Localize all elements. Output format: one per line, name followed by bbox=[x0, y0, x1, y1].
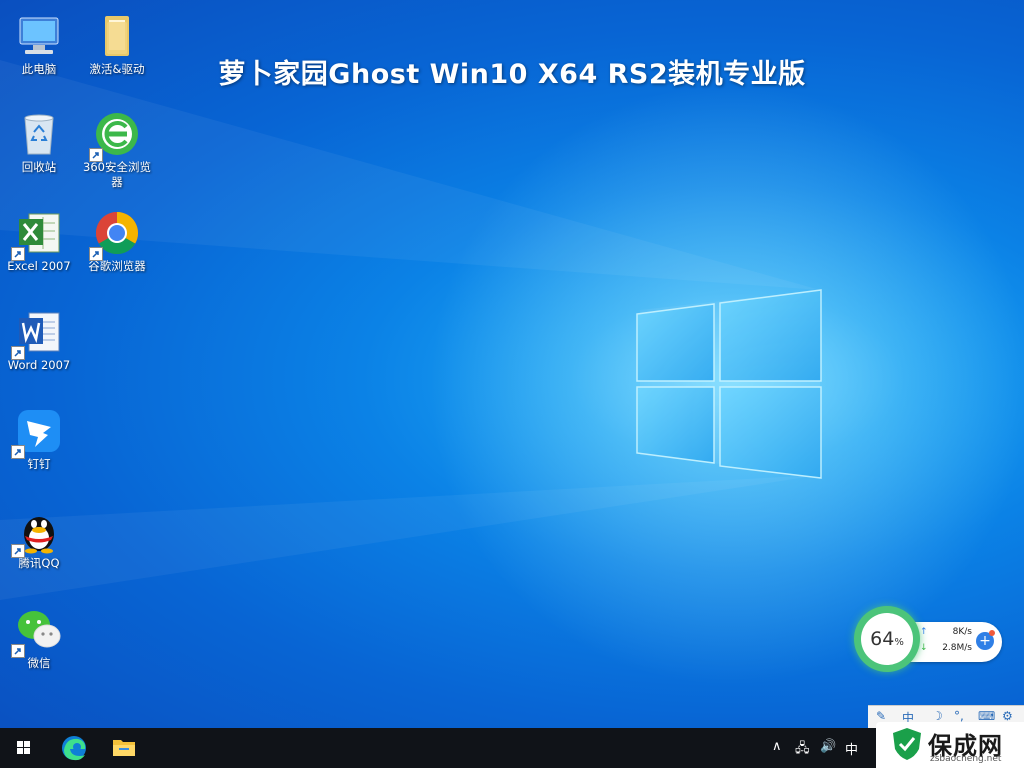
notification-dot bbox=[989, 630, 995, 636]
desktop[interactable]: 萝卜家园Ghost Win10 X64 RS2装机专业版 此电脑 激活&驱动 回… bbox=[0, 0, 1024, 728]
shortcut-arrow-icon bbox=[11, 247, 25, 261]
dingtalk-icon bbox=[11, 407, 63, 459]
usage-percent: 64% bbox=[861, 613, 913, 665]
excel-icon bbox=[11, 209, 63, 261]
icon-label: 激活&驱动 bbox=[89, 62, 145, 76]
folder-icon bbox=[113, 740, 135, 756]
shortcut-arrow-icon bbox=[89, 247, 103, 261]
word-icon bbox=[11, 308, 63, 360]
upload-speed: 8K/s bbox=[952, 627, 972, 637]
windows-start-icon bbox=[17, 741, 30, 754]
download-speed: 2.8M/s bbox=[942, 643, 972, 653]
edge-icon bbox=[62, 736, 86, 761]
network-icon[interactable]: 🖧 bbox=[795, 739, 810, 761]
upload-arrow-icon: ↑ bbox=[920, 627, 928, 637]
shield-logo-icon bbox=[893, 728, 921, 760]
icon-label: Excel 2007 bbox=[7, 259, 71, 273]
computer-icon bbox=[15, 12, 63, 60]
icon-label: 360安全浏览器 bbox=[83, 160, 151, 189]
punctuation-icon[interactable]: °, bbox=[954, 709, 964, 723]
start-button[interactable] bbox=[0, 728, 48, 768]
shortcut-arrow-icon bbox=[11, 445, 25, 459]
desktop-icon-recycle-bin[interactable]: 回收站 bbox=[2, 104, 76, 192]
watermark-logo: 保成网 zsbaocheng.net bbox=[876, 722, 1024, 768]
chrome-icon bbox=[89, 209, 141, 261]
chevron-up-icon[interactable]: ∧ bbox=[772, 739, 782, 754]
shortcut-arrow-icon bbox=[11, 544, 25, 558]
taskbar-file-explorer[interactable] bbox=[100, 728, 148, 768]
desktop-icon-word-2007[interactable]: Word 2007 bbox=[2, 302, 76, 390]
folder-icon bbox=[93, 12, 141, 60]
shortcut-arrow-icon bbox=[89, 148, 103, 162]
desktop-icon-wechat[interactable]: 微信 bbox=[2, 600, 76, 688]
wechat-icon bbox=[11, 606, 63, 658]
gear-icon[interactable]: ⚙ bbox=[1002, 709, 1013, 723]
volume-icon[interactable]: 🔊 bbox=[820, 739, 836, 754]
desktop-icon-dingtalk[interactable]: 钉钉 bbox=[2, 401, 76, 489]
icon-label: 回收站 bbox=[21, 160, 57, 174]
keyboard-icon[interactable]: ⌨ bbox=[978, 709, 995, 723]
icon-label: 谷歌浏览器 bbox=[88, 259, 146, 273]
ime-indicator[interactable]: 中 bbox=[845, 739, 858, 758]
shortcut-arrow-icon bbox=[11, 346, 25, 360]
taskbar-edge[interactable] bbox=[50, 728, 98, 768]
network-speed-widget[interactable]: 64% ↑ 8K/s ↓ 2.8M/s + bbox=[854, 606, 1004, 674]
icon-label: 腾讯QQ bbox=[18, 556, 60, 570]
icon-label: Word 2007 bbox=[7, 358, 71, 372]
usage-ring[interactable]: 64% bbox=[854, 606, 920, 672]
desktop-icon-excel-2007[interactable]: Excel 2007 bbox=[2, 203, 76, 291]
recycle-bin-icon bbox=[15, 110, 63, 158]
desktop-icon-tencent-qq[interactable]: 腾讯QQ bbox=[2, 500, 76, 588]
shortcut-arrow-icon bbox=[11, 644, 25, 658]
desktop-icon-360-browser[interactable]: 360安全浏览器 bbox=[80, 104, 154, 192]
moon-icon[interactable]: ☽ bbox=[932, 709, 943, 723]
download-arrow-icon: ↓ bbox=[920, 643, 928, 653]
desktop-icon-this-pc[interactable]: 此电脑 bbox=[2, 6, 76, 94]
icon-label: 钉钉 bbox=[27, 457, 51, 471]
watermark-url: zsbaocheng.net bbox=[930, 754, 1002, 764]
pen-icon[interactable]: ✎ bbox=[876, 709, 886, 723]
qq-icon bbox=[11, 506, 63, 558]
icon-label: 此电脑 bbox=[21, 62, 57, 76]
360-browser-icon bbox=[89, 110, 141, 162]
desktop-icon-chrome[interactable]: 谷歌浏览器 bbox=[80, 203, 154, 291]
desktop-icon-activate-drivers[interactable]: 激活&驱动 bbox=[80, 6, 154, 94]
taskbar: ∧ 🖧 🔊 中 bbox=[0, 728, 1024, 768]
icon-label: 微信 bbox=[27, 656, 51, 670]
